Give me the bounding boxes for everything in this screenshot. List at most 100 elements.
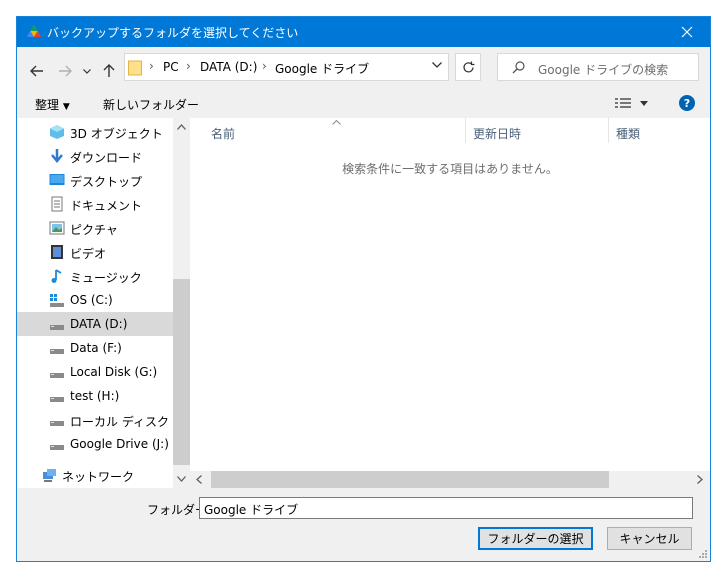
scroll-left-icon[interactable]: [196, 475, 202, 484]
breadcrumb-pc[interactable]: PC: [163, 60, 179, 74]
nav-label: Data (F:): [70, 341, 122, 355]
documents-icon: [51, 196, 63, 212]
3d-objects-icon: [50, 125, 64, 139]
resize-grip-icon[interactable]: [698, 549, 708, 559]
up-button[interactable]: [99, 61, 119, 81]
organize-menu-button[interactable]: 整理 ▼: [35, 96, 70, 113]
drive-icon: [50, 325, 64, 330]
nav-label: Google Drive (J:): [70, 437, 169, 451]
nav-label: ネットワーク: [62, 470, 135, 484]
caret-down-icon[interactable]: [640, 101, 648, 106]
nav-label: 3D オブジェクト: [70, 127, 163, 141]
nav-item-local-disk-g[interactable]: Local Disk (G:): [17, 360, 173, 384]
refresh-icon: [462, 61, 474, 72]
nav-item-desktop[interactable]: デスクトップ: [17, 168, 173, 192]
column-header-type[interactable]: 種類: [616, 125, 640, 142]
nav-label: OS (C:): [70, 293, 113, 307]
pictures-icon: [49, 221, 65, 235]
title-bar: バックアップするフォルダを選択してください: [17, 17, 710, 47]
drive-icon: [50, 373, 64, 378]
nav-label: ローカル ディスク (I:): [70, 415, 189, 429]
music-icon: [51, 269, 62, 283]
folder-name-input[interactable]: Google ドライブ: [199, 497, 693, 519]
back-button[interactable]: [27, 61, 47, 81]
nav-item-network[interactable]: ネットワーク: [17, 463, 173, 487]
search-placeholder: Google ドライブの検索: [538, 63, 669, 77]
organize-label: 整理: [35, 98, 60, 112]
nav-item-os-c[interactable]: OS (C:): [17, 288, 173, 312]
nav-item-downloads[interactable]: ダウンロード: [17, 144, 173, 168]
horizontal-scrollbar-thumb[interactable]: [211, 471, 609, 488]
nav-item-music[interactable]: ミュージック: [17, 264, 173, 288]
breadcrumb-separator: ›: [262, 59, 267, 73]
nav-item-google-drive-j[interactable]: Google Drive (J:): [17, 432, 173, 456]
help-icon[interactable]: ?: [679, 95, 695, 111]
search-box[interactable]: Google ドライブの検索: [497, 53, 699, 81]
nav-label: ダウンロード: [70, 151, 143, 165]
drive-icon: [50, 397, 64, 402]
nav-item-data-f[interactable]: Data (F:): [17, 336, 173, 360]
drive-icon: [50, 349, 64, 354]
select-folder-button[interactable]: フォルダーの選択: [478, 527, 593, 550]
address-bar[interactable]: › PC › DATA (D:) › Google ドライブ: [124, 53, 449, 81]
sort-ascending-icon: [332, 120, 341, 125]
arrow-left-icon: [30, 65, 43, 77]
nav-item-documents[interactable]: ドキュメント: [17, 192, 173, 216]
drive-icon: [50, 445, 64, 450]
scroll-right-icon[interactable]: [697, 475, 703, 484]
caret-down-icon: ▼: [62, 102, 70, 112]
drive-icon: [50, 421, 64, 426]
search-icon: [512, 61, 525, 74]
os-drive-icon: [50, 294, 64, 307]
scroll-up-icon[interactable]: [177, 124, 186, 130]
close-icon: [681, 26, 693, 38]
chevron-down-icon[interactable]: [432, 62, 442, 68]
empty-folder-message: 検索条件に一致する項目はありません。: [342, 162, 558, 176]
chevron-down-icon: [83, 68, 91, 74]
folder-picker-dialog: バックアップするフォルダを選択してください › PC › DATA (D:) ›…: [16, 16, 711, 562]
nav-item-data-d[interactable]: DATA (D:): [17, 312, 173, 336]
desktop-icon: [49, 174, 65, 185]
view-details-icon[interactable]: [615, 97, 631, 109]
new-folder-button[interactable]: 新しいフォルダー: [103, 96, 199, 113]
nav-label: ビデオ: [70, 247, 107, 261]
forward-button[interactable]: [55, 61, 75, 81]
scroll-down-icon[interactable]: [177, 476, 186, 482]
arrow-up-icon: [103, 64, 115, 77]
nav-item-local-disk-i[interactable]: ローカル ディスク (I:): [17, 408, 189, 432]
breadcrumb-drive[interactable]: DATA (D:): [200, 60, 257, 74]
column-header-modified[interactable]: 更新日時: [473, 125, 521, 142]
nav-item-test-h[interactable]: test (H:): [17, 384, 173, 408]
scrollbar-thumb[interactable]: [173, 279, 190, 465]
nav-label: ドキュメント: [70, 199, 143, 213]
recent-locations-button[interactable]: [81, 61, 93, 81]
breadcrumb-separator: ›: [149, 59, 154, 73]
refresh-button[interactable]: [455, 53, 481, 81]
column-header-name[interactable]: 名前: [211, 125, 235, 142]
app-logo-icon: [27, 25, 41, 37]
arrow-right-icon: [59, 65, 72, 77]
file-list: 名前 更新日時 種類 検索条件に一致する項目はありません。: [190, 118, 710, 488]
column-divider[interactable]: [465, 118, 466, 143]
navigation-pane: 3D オブジェクト ダウンロード デスクトップ ドキュメント ピクチャ ビデオ …: [17, 118, 189, 488]
command-bar: 整理 ▼ 新しいフォルダー: [17, 89, 710, 117]
window-title: バックアップするフォルダを選択してください: [47, 26, 299, 40]
nav-label: test (H:): [70, 389, 120, 403]
network-icon: [43, 469, 56, 482]
nav-label: Local Disk (G:): [70, 365, 158, 379]
nav-label: デスクトップ: [70, 175, 143, 189]
cancel-button[interactable]: キャンセル: [607, 527, 692, 550]
videos-icon: [51, 245, 63, 259]
nav-item-3d-objects[interactable]: 3D オブジェクト: [17, 120, 173, 144]
nav-item-videos[interactable]: ビデオ: [17, 240, 173, 264]
nav-label: DATA (D:): [70, 317, 128, 331]
breadcrumb-current-folder[interactable]: Google ドライブ: [275, 60, 369, 77]
download-icon: [51, 149, 63, 163]
nav-label: ミュージック: [70, 271, 142, 285]
close-button[interactable]: [664, 17, 710, 47]
nav-label: ピクチャ: [70, 223, 118, 237]
nav-item-pictures[interactable]: ピクチャ: [17, 216, 173, 240]
folder-icon: [128, 60, 142, 76]
breadcrumb-separator: ›: [186, 59, 191, 73]
column-divider[interactable]: [608, 118, 609, 143]
